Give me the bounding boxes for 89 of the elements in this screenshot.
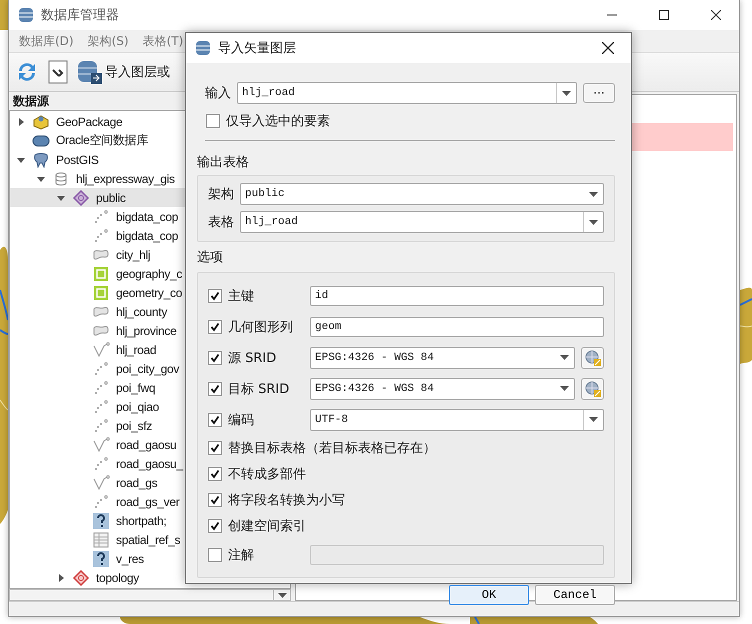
checkbox[interactable] — [208, 288, 222, 302]
text-field[interactable]: id — [310, 286, 604, 306]
sql-window-icon[interactable] — [47, 60, 69, 84]
checkbox-label: 目标 SRID — [228, 380, 290, 398]
dialog-title: 导入矢量图层 — [218, 40, 297, 57]
checkbox-label: 注解 — [228, 546, 255, 564]
ok-button[interactable]: OK — [449, 585, 529, 605]
expand-arrow-icon[interactable] — [16, 116, 26, 126]
close-icon[interactable] — [602, 42, 614, 54]
cancel-button[interactable]: Cancel — [535, 585, 615, 605]
caret-icon — [589, 220, 598, 224]
caret-icon — [560, 355, 569, 360]
checkbox[interactable] — [208, 519, 222, 533]
caret-icon — [560, 386, 569, 391]
caret-icon — [589, 192, 598, 196]
tree-item[interactable]: Oracle空间数据库 — [10, 131, 290, 150]
checkbox[interactable] — [206, 114, 220, 128]
checkbox-label: 主键 — [228, 288, 255, 304]
checkbox[interactable] — [208, 548, 222, 562]
schema-combo[interactable]: public — [240, 183, 604, 205]
menu-item[interactable]: 架构(S) — [88, 32, 129, 50]
browse-button[interactable]: ··· — [583, 83, 615, 103]
checkbox-label: 不转成多部件 — [228, 466, 306, 483]
field-label: 输入 — [205, 85, 231, 102]
line-icon — [92, 436, 110, 452]
input-combo[interactable]: hlj_road — [237, 82, 577, 104]
window-title: 数据库管理器 — [41, 7, 120, 24]
database-icon — [17, 6, 35, 24]
crs-select-button[interactable] — [581, 378, 604, 400]
import-layer-button[interactable]: 导入图层或 — [77, 59, 170, 85]
checkbox-label: 编码 — [228, 412, 255, 428]
checkbox-label: 将字段名转换为小写 — [228, 492, 345, 509]
schema-icon — [72, 190, 90, 206]
collection-icon — [92, 284, 110, 300]
close-icon[interactable] — [711, 10, 721, 20]
points-icon — [92, 360, 110, 376]
encoding-combo[interactable]: UTF-8 — [310, 408, 604, 430]
field-label: 表格 — [208, 214, 234, 231]
question-icon — [92, 550, 110, 566]
text-field[interactable] — [310, 544, 604, 564]
checkbox-label: 创建空间索引 — [228, 518, 306, 535]
tree-item[interactable]: topology — [10, 568, 290, 587]
checkbox[interactable] — [208, 350, 222, 364]
points-icon — [92, 398, 110, 414]
caret-icon — [278, 592, 286, 598]
checkbox[interactable] — [208, 441, 222, 455]
crs-combo[interactable]: EPSG:4326 - WGS 84 — [310, 378, 575, 400]
checkbox[interactable] — [208, 493, 222, 507]
elephant-icon — [32, 152, 50, 168]
tree-item[interactable]: geography_c — [10, 264, 290, 283]
database-icon — [32, 132, 50, 148]
question-icon — [92, 512, 110, 528]
points-icon — [92, 418, 110, 434]
checkbox[interactable] — [208, 320, 222, 334]
text-field[interactable]: geom — [310, 316, 604, 336]
caret-icon — [589, 417, 598, 422]
database-icon — [194, 39, 212, 57]
collection-icon — [92, 266, 110, 282]
checkbox[interactable] — [208, 467, 222, 481]
package-icon — [32, 114, 50, 130]
menu-item[interactable]: 数据库(D) — [19, 32, 74, 50]
checkbox[interactable] — [208, 382, 222, 396]
checkbox-label: 源 SRID — [228, 350, 278, 366]
field-label: 架构 — [208, 186, 234, 203]
tree-item[interactable]: hlj_county — [10, 302, 290, 321]
expand-arrow-icon[interactable] — [56, 572, 66, 582]
menu-item[interactable]: 表格(T) — [142, 32, 184, 50]
pane-title: 数据源 — [13, 93, 49, 109]
crs-combo[interactable]: EPSG:4326 - WGS 84 — [310, 346, 575, 368]
line-icon — [92, 474, 110, 490]
database-import-icon — [77, 59, 103, 85]
maximize-icon[interactable] — [659, 10, 669, 20]
section-title: 输出表格 — [197, 154, 250, 171]
schema-icon — [72, 570, 90, 586]
table-icon — [92, 532, 110, 548]
checkbox-label: 仅导入选中的要素 — [226, 113, 330, 130]
table-combo[interactable]: hlj_road — [240, 211, 604, 233]
checkbox-label: 替换目标表格（若目标表格已存在） — [228, 440, 436, 457]
points-icon — [92, 456, 110, 472]
points-icon — [92, 494, 110, 510]
scroll-bar[interactable] — [9, 589, 291, 601]
crs-select-button[interactable] — [581, 346, 604, 368]
points-icon — [92, 228, 110, 244]
line-icon — [92, 342, 110, 358]
points-icon — [92, 208, 110, 224]
section-title: 选项 — [197, 249, 224, 266]
checkbox-label: 几何图形列 — [228, 318, 294, 336]
checkbox[interactable] — [208, 412, 222, 426]
points-icon — [92, 380, 110, 396]
